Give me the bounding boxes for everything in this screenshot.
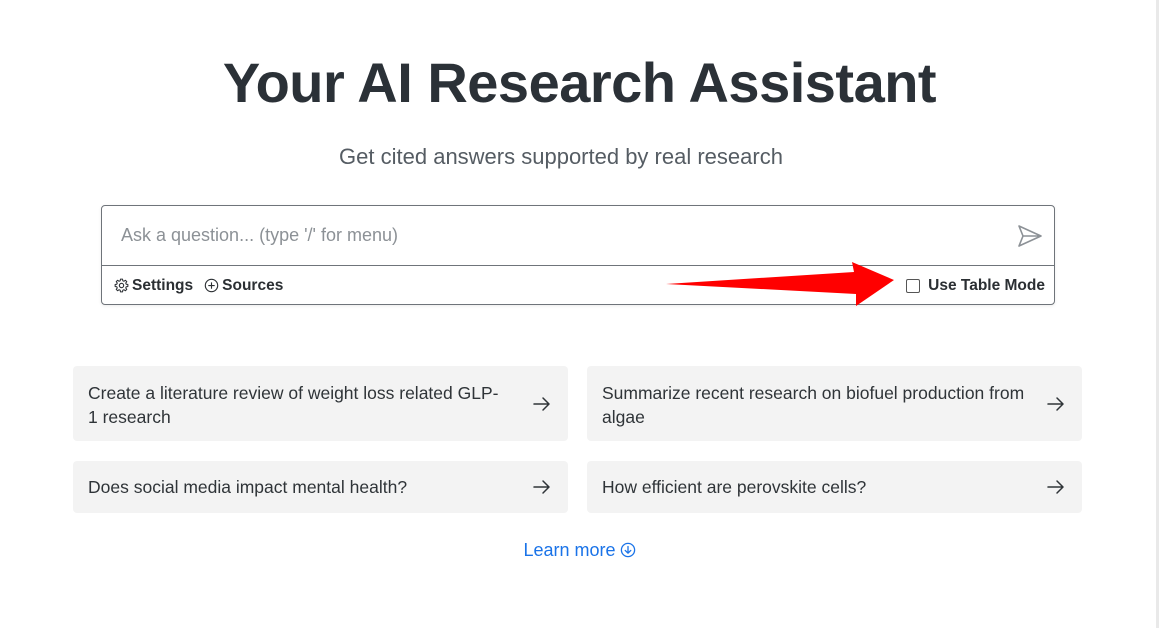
- learn-more-label: Learn more: [523, 540, 616, 560]
- suggestion-text: How efficient are perovskite cells?: [602, 477, 867, 497]
- search-input[interactable]: [102, 206, 1001, 264]
- settings-button[interactable]: Settings: [114, 277, 193, 295]
- table-mode-checkbox[interactable]: [906, 278, 921, 293]
- sources-label: Sources: [222, 276, 284, 294]
- search-box: Settings Sources Use Table Mode: [101, 205, 1055, 305]
- plus-circle-icon: [204, 278, 219, 293]
- learn-more-container: Learn more: [0, 538, 1159, 562]
- send-button[interactable]: [1016, 223, 1044, 249]
- suggestion-text: Does social media impact mental health?: [88, 477, 408, 497]
- settings-label: Settings: [132, 276, 194, 294]
- suggestion-text: Create a literature review of weight los…: [88, 383, 499, 427]
- arrow-right-icon: [1047, 480, 1064, 494]
- arrow-down-circle-icon: [620, 542, 635, 558]
- suggestion-card[interactable]: How efficient are perovskite cells?: [587, 461, 1082, 513]
- table-mode-label: Use Table Mode: [928, 276, 1045, 294]
- page-title: Your AI Research Assistant: [222, 51, 937, 114]
- suggestion-text: Summarize recent research on biofuel pro…: [602, 383, 1025, 427]
- arrow-right-icon: [533, 396, 550, 411]
- suggestion-card[interactable]: Create a literature review of weight los…: [73, 366, 568, 441]
- page-subtitle: Get cited answers supported by real rese…: [339, 144, 783, 169]
- arrow-right-icon: [1047, 396, 1064, 411]
- arrow-right-icon: [533, 480, 550, 494]
- send-icon: [1018, 225, 1042, 247]
- learn-more-link[interactable]: Learn more: [523, 538, 635, 562]
- suggestion-card[interactable]: Summarize recent research on biofuel pro…: [587, 366, 1082, 441]
- suggestion-card[interactable]: Does social media impact mental health?: [73, 461, 568, 513]
- search-toolbar: Settings Sources Use Table Mode: [102, 265, 1054, 305]
- table-mode-toggle[interactable]: Use Table Mode: [906, 266, 1045, 305]
- gear-icon: [114, 278, 129, 293]
- sources-button[interactable]: Sources: [204, 277, 283, 295]
- page: Your AI Research Assistant Get cited ans…: [0, 0, 1159, 628]
